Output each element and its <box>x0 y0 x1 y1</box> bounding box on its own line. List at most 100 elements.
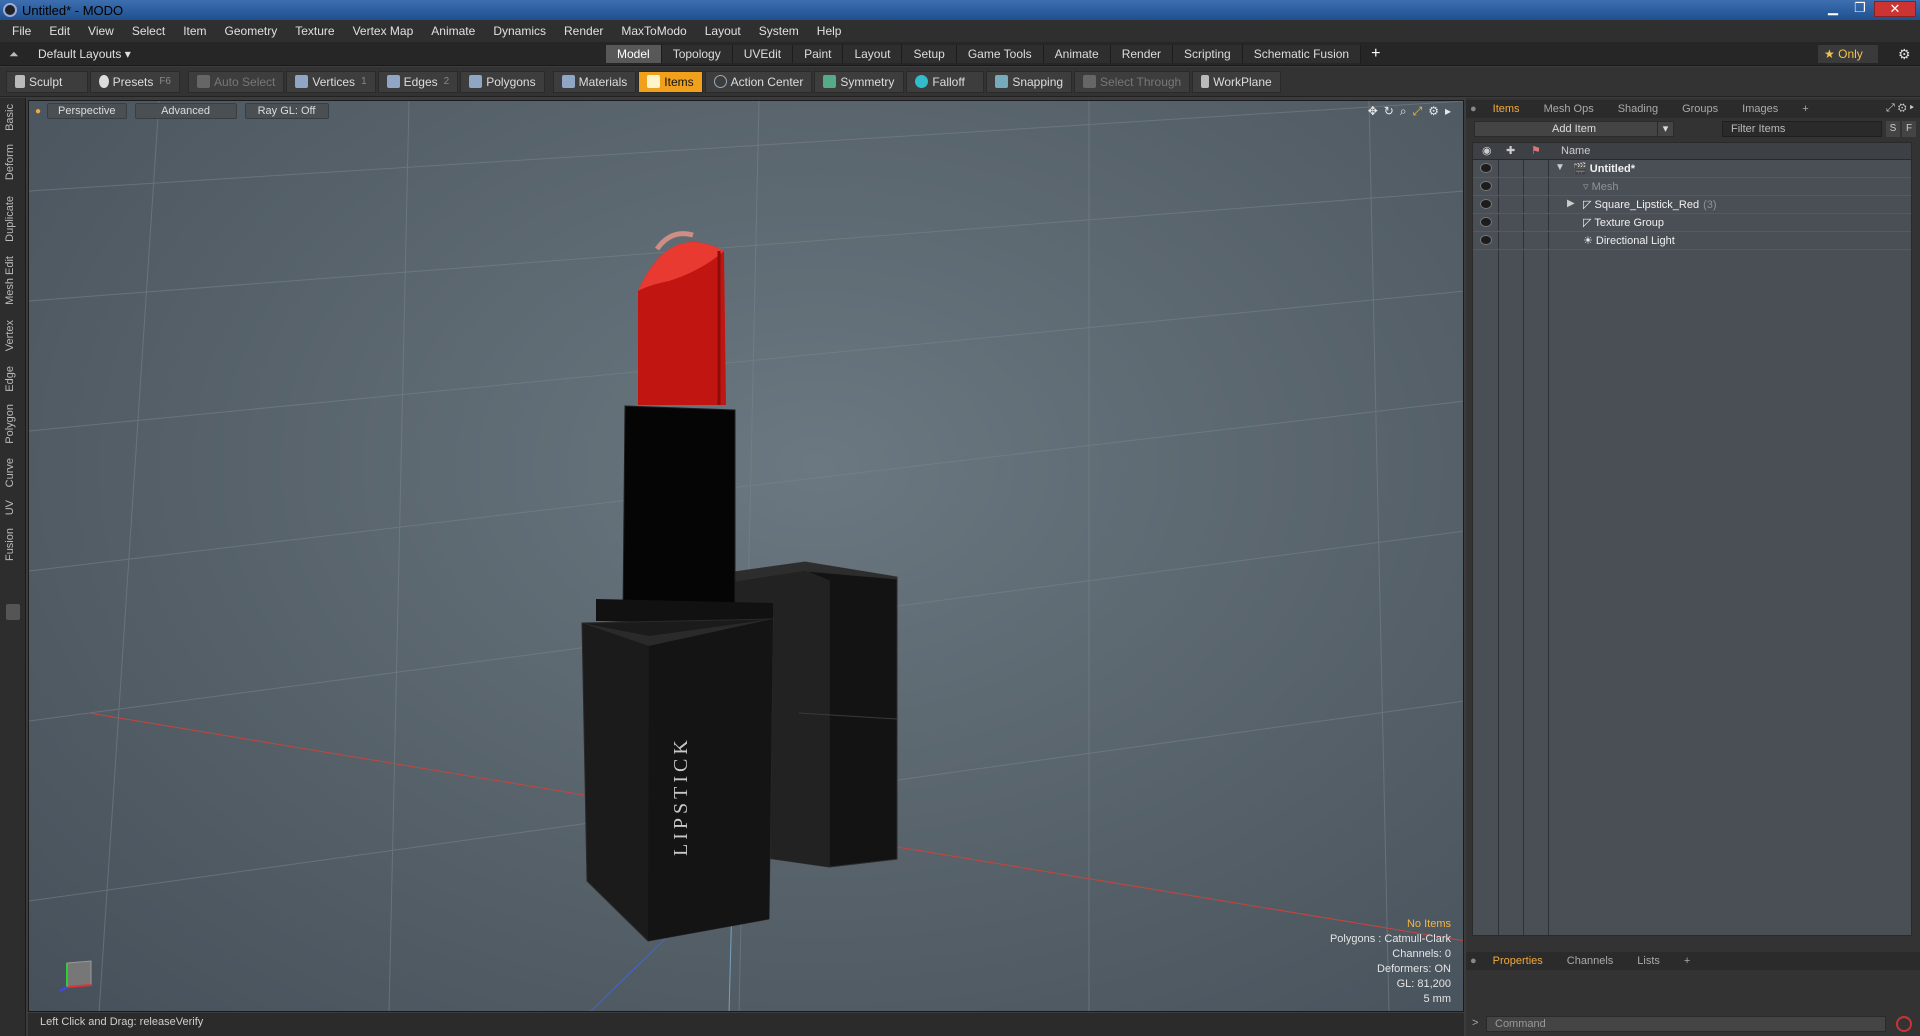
eye-icon[interactable] <box>1480 217 1492 227</box>
presets-button[interactable]: Presets F6 <box>90 70 180 93</box>
name-column-header[interactable]: Name <box>1561 145 1590 157</box>
menu-animate[interactable]: Animate <box>431 24 475 38</box>
tab-scripting[interactable]: Scripting <box>1173 45 1243 63</box>
menu-layout[interactable]: Layout <box>705 24 741 38</box>
command-input[interactable]: Command <box>1486 1016 1886 1032</box>
tab-channels[interactable]: Channels <box>1555 955 1625 967</box>
tab-paint[interactable]: Paint <box>793 45 844 63</box>
menu-edit[interactable]: Edit <box>49 24 70 38</box>
tab-properties[interactable]: Properties <box>1481 955 1555 967</box>
menu-dynamics[interactable]: Dynamics <box>493 24 546 38</box>
panel-dot-icon[interactable]: ● <box>1466 955 1481 967</box>
tab-basic[interactable]: Basic <box>4 104 22 131</box>
eye-icon[interactable] <box>1480 181 1492 191</box>
menu-help[interactable]: Help <box>817 24 842 38</box>
tab-duplicate[interactable]: Duplicate <box>4 196 22 242</box>
workplane-button[interactable]: WorkPlane <box>1192 70 1281 93</box>
eye-icon[interactable] <box>1480 199 1492 209</box>
tab-mesh-edit[interactable]: Mesh Edit <box>4 256 22 305</box>
tree-row-square-lipstick-red[interactable]: ▶ ◸ Square_Lipstick_Red (3) <box>1473 196 1911 214</box>
edges-button[interactable]: Edges 2 <box>377 70 459 93</box>
tab-layout[interactable]: Layout <box>843 45 903 63</box>
auto-select-button[interactable]: Auto Select <box>188 70 285 93</box>
symmetry-button[interactable]: Symmetry <box>814 70 905 93</box>
up-arrow-icon[interactable]: ⏶ <box>9 47 19 62</box>
advanced-button[interactable]: Advanced <box>134 103 237 119</box>
tab-edge[interactable]: Edge <box>4 366 22 392</box>
only-button[interactable]: ★ Only <box>1818 45 1878 63</box>
menu-select[interactable]: Select <box>132 24 165 38</box>
tab-schematic-fusion[interactable]: Schematic Fusion <box>1242 45 1362 63</box>
fit-icon[interactable]: ⤢ <box>1413 104 1423 119</box>
menu-render[interactable]: Render <box>564 24 603 38</box>
tab-fusion[interactable]: Fusion <box>4 528 22 561</box>
select-through-button[interactable]: Select Through <box>1074 70 1191 93</box>
tab-polygon[interactable]: Polygon <box>4 404 22 444</box>
tree-row-texture-group[interactable]: ◸ Texture Group <box>1473 214 1911 232</box>
menu-view[interactable]: View <box>88 24 114 38</box>
record-icon[interactable] <box>1896 1016 1912 1032</box>
maximize-icon[interactable]: ❐ <box>1847 1 1873 17</box>
palette-toggle-icon[interactable] <box>6 604 20 620</box>
tab-groups[interactable]: Groups <box>1670 103 1730 115</box>
polygons-button[interactable]: Polygons <box>460 70 545 93</box>
menu-maxtomodo[interactable]: MaxToModo <box>621 24 686 38</box>
materials-button[interactable]: Materials <box>552 70 637 93</box>
close-icon[interactable]: ✕ <box>1874 1 1916 17</box>
eye-icon[interactable] <box>1480 163 1492 173</box>
panel-dot-icon[interactable]: ● <box>1466 103 1481 115</box>
filter-items-input[interactable]: Filter Items <box>1722 121 1882 137</box>
3d-viewport[interactable]: LIPSTICK ● Perspective Advanced Ray GL: … <box>28 100 1464 1012</box>
snapping-button[interactable]: Snapping <box>986 70 1073 93</box>
eye-icon[interactable] <box>1480 235 1492 245</box>
s-filter-button[interactable]: S <box>1886 121 1900 137</box>
items-button[interactable]: Items <box>638 70 703 93</box>
tree-row-directional-light[interactable]: ☀ Directional Light <box>1473 232 1911 250</box>
menu-system[interactable]: System <box>759 24 799 38</box>
zoom-icon[interactable]: ⌕ <box>1400 104 1407 119</box>
falloff-button[interactable]: Falloff <box>906 70 985 93</box>
action-center-button[interactable]: Action Center <box>704 70 813 93</box>
default-layouts-dropdown[interactable]: Default Layouts ▾ <box>38 47 131 61</box>
tab-model[interactable]: Model <box>606 45 662 63</box>
minimize-icon[interactable]: ▁ <box>1820 1 1846 17</box>
menu-file[interactable]: File <box>12 24 31 38</box>
tab-setup[interactable]: Setup <box>902 45 957 63</box>
tab-render[interactable]: Render <box>1110 45 1174 63</box>
vertices-button[interactable]: Vertices 1 <box>286 70 376 93</box>
menu-texture[interactable]: Texture <box>295 24 334 38</box>
pan-icon[interactable]: ✥ <box>1368 104 1378 119</box>
sculpt-button[interactable]: Sculpt <box>6 70 88 93</box>
tab-shading[interactable]: Shading <box>1606 103 1670 115</box>
tab-mesh-ops[interactable]: Mesh Ops <box>1532 103 1606 115</box>
rotate-icon[interactable]: ↻ <box>1384 104 1394 119</box>
tab-uvedit[interactable]: UVEdit <box>732 45 794 63</box>
tab-curve[interactable]: Curve <box>4 458 22 487</box>
tree-row-untitled[interactable]: ▼ 🎬 Untitled* <box>1473 160 1911 178</box>
tab-game-tools[interactable]: Game Tools <box>956 45 1044 63</box>
tab-lists[interactable]: Lists <box>1625 955 1672 967</box>
menu-geometry[interactable]: Geometry <box>225 24 278 38</box>
panel-options-icons[interactable]: ⤢ ⚙ ▸ <box>1886 102 1914 115</box>
viewport-gear-icon[interactable]: ⚙ <box>1428 104 1439 119</box>
add-panel-tab-plus-icon[interactable]: + <box>1790 103 1820 115</box>
tab-deform[interactable]: Deform <box>4 144 22 180</box>
tab-uv[interactable]: UV <box>4 500 22 515</box>
tree-row-mesh[interactable]: ▿ Mesh <box>1473 178 1911 196</box>
tab-topology[interactable]: Topology <box>661 45 733 63</box>
expand-arrow-icon[interactable]: ▸ <box>1445 104 1451 119</box>
add-tab-plus-icon[interactable]: + <box>1361 45 1390 63</box>
menu-vertex-map[interactable]: Vertex Map <box>353 24 414 38</box>
menu-item[interactable]: Item <box>183 24 206 38</box>
tab-animate[interactable]: Animate <box>1043 45 1111 63</box>
collapse-arrow-icon[interactable]: ▼ <box>1555 162 1565 173</box>
gear-icon[interactable]: ⚙ <box>1898 46 1911 63</box>
tab-vertex[interactable]: Vertex <box>4 320 22 351</box>
perspective-button[interactable]: Perspective <box>47 103 127 119</box>
add-item-dropdown[interactable]: Add Item ▾ <box>1474 121 1674 137</box>
add-panel-tab-plus-icon[interactable]: + <box>1672 955 1702 967</box>
f-filter-button[interactable]: F <box>1902 121 1916 137</box>
expand-arrow-icon[interactable]: ▶ <box>1567 198 1575 209</box>
tab-items[interactable]: Items <box>1481 103 1532 115</box>
tab-images[interactable]: Images <box>1730 103 1790 115</box>
